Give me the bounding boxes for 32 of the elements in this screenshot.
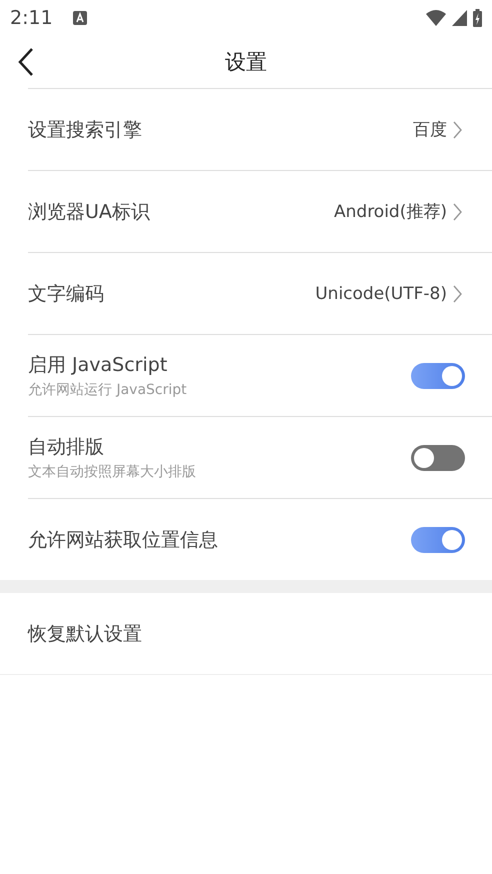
chevron-right-icon [453,284,462,302]
setting-label: 启用 JavaScript [28,353,168,378]
toggle-switch[interactable] [411,362,465,388]
signal-icon [452,10,467,26]
setting-value: Unicode(UTF-8) [315,284,447,304]
settings-row[interactable]: 启用 JavaScript 允许网站运行 JavaScript [28,335,492,417]
setting-label: 设置搜索引擎 [28,118,143,142]
status-time: 2:11 [10,7,53,29]
action-label: 恢复默认设置 [28,622,142,646]
settings-row[interactable]: 文字编码 Unicode(UTF-8) [28,253,492,335]
settings-row[interactable]: 恢复默认设置 [0,593,492,675]
setting-value: Android(推荐) [334,201,447,223]
setting-label: 自动排版 [28,435,105,460]
setting-description: 文本自动按照屏幕大小排版 [28,463,197,481]
screen-title: 设置 [225,49,267,76]
settings-row[interactable]: 允许网站获取位置信息 [28,499,492,580]
settings-row[interactable]: 自动排版 文本自动按照屏幕大小排版 [28,417,492,499]
wifi-icon [426,10,446,26]
toggle-switch[interactable] [411,526,465,552]
battery-icon [473,9,482,27]
chevron-right-icon [453,202,462,220]
settings-row[interactable]: 设置搜索引擎 百度 [28,89,492,171]
settings-row[interactable]: 浏览器UA标识 Android(推荐) [28,171,492,253]
back-icon[interactable] [18,47,34,77]
notification-icon [72,11,87,25]
toggle-switch[interactable] [411,444,465,470]
setting-label: 浏览器UA标识 [28,200,151,224]
setting-label: 允许网站获取位置信息 [28,528,219,552]
setting-value: 百度 [413,119,447,141]
setting-label: 文字编码 [28,282,105,306]
setting-description: 允许网站运行 JavaScript [28,381,188,399]
chevron-right-icon [453,120,462,138]
